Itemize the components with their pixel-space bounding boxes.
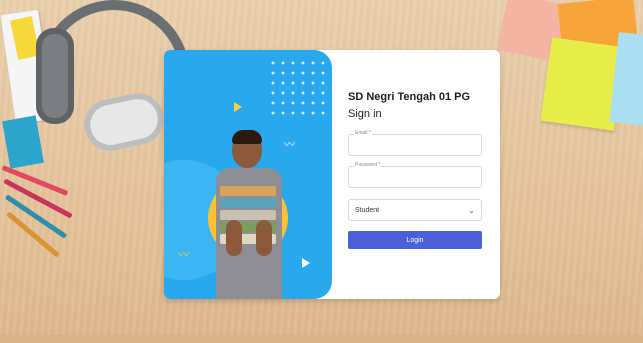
password-label: Password * [354, 162, 382, 168]
bottom-border [0, 335, 643, 343]
login-card: 〰 〰 SD Negri Tengah 01 PG Sign in Email … [164, 50, 500, 299]
book [220, 210, 276, 220]
login-form: SD Negri Tengah 01 PG Sign in Email * Pa… [332, 50, 500, 299]
boy-hair [232, 130, 262, 144]
triangle-icon [302, 258, 310, 268]
sign-in-heading: Sign in [348, 108, 382, 120]
book [220, 198, 276, 208]
student-boy-image [210, 128, 290, 299]
password-field[interactable]: Password * [348, 162, 482, 189]
hero-dot-pattern [268, 58, 328, 118]
password-input[interactable] [349, 168, 481, 189]
book [220, 186, 276, 196]
hero-illustration: 〰 〰 [164, 50, 332, 299]
boy-arm [226, 220, 242, 256]
role-select[interactable]: Student ⌄ [348, 199, 482, 221]
school-name: SD Negri Tengah 01 PG [348, 91, 471, 103]
email-input[interactable] [349, 136, 481, 157]
zigzag-icon: 〰 [178, 249, 189, 261]
headphones-earcup-left [36, 28, 74, 124]
role-selected-value: Student [355, 206, 380, 214]
email-label: Email * [354, 130, 372, 136]
login-button[interactable]: Login [348, 231, 482, 249]
boy-arm [256, 220, 272, 256]
chevron-down-icon: ⌄ [468, 205, 475, 215]
email-field[interactable]: Email * [348, 130, 482, 157]
triangle-icon [234, 102, 242, 112]
